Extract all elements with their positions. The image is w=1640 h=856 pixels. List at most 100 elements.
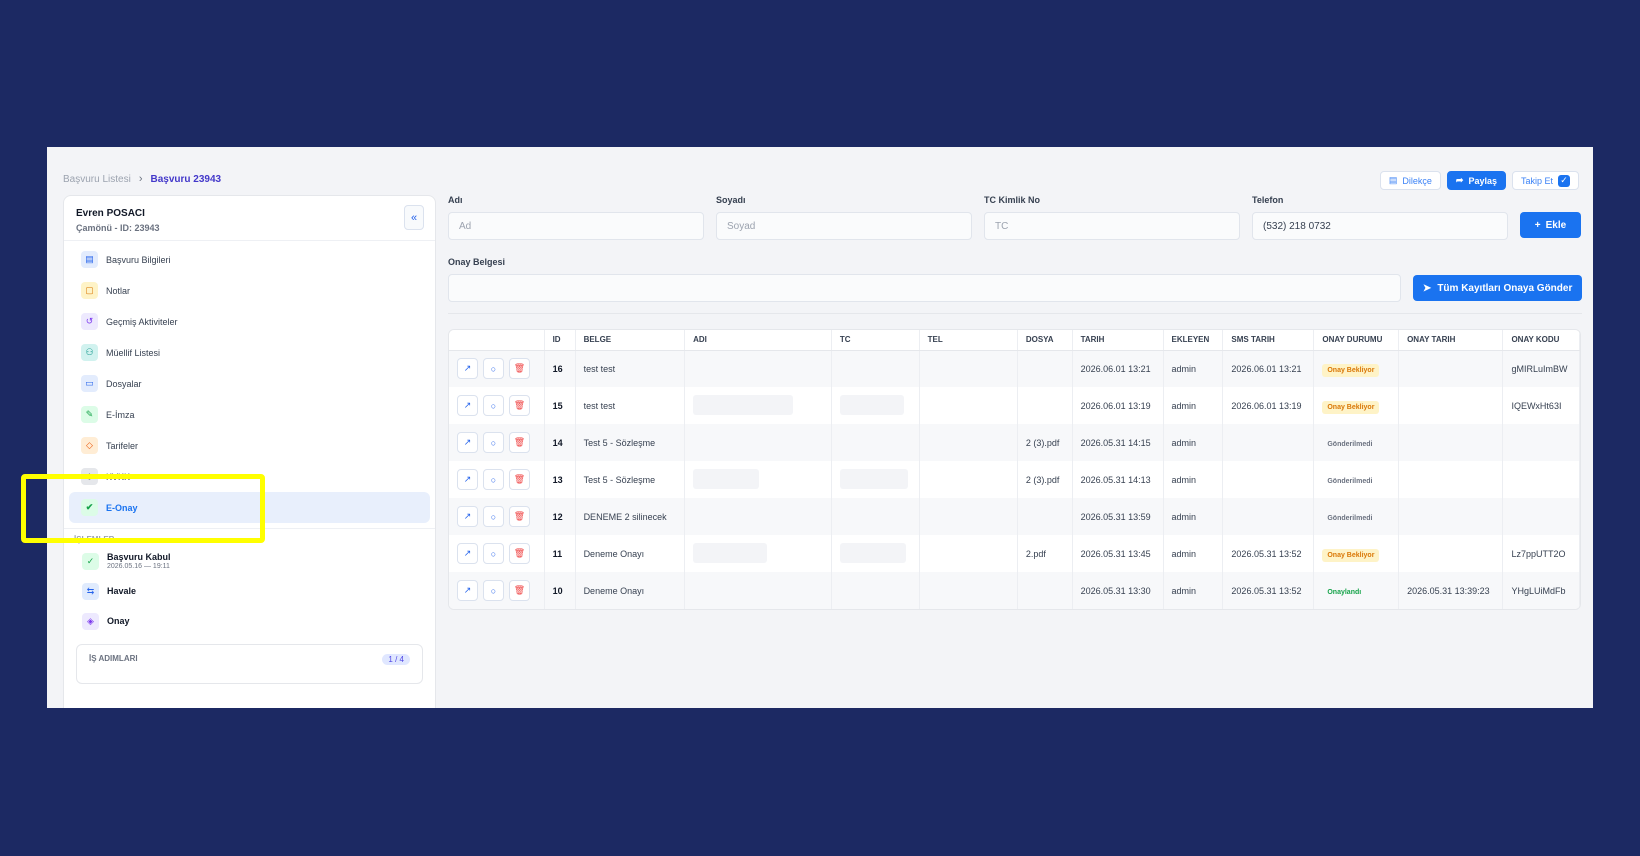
cell-tc bbox=[831, 424, 920, 461]
work-steps-panel[interactable]: İŞ ADIMLARI 1 / 4 bbox=[76, 644, 423, 684]
add-button[interactable]: + Ekle bbox=[1520, 212, 1581, 238]
cell-sms: 2026.06.01 13:19 bbox=[1222, 387, 1315, 424]
external-link-icon[interactable]: ↗ bbox=[457, 580, 478, 601]
cell-kod bbox=[1502, 424, 1580, 461]
column-header: ADI bbox=[684, 330, 832, 351]
redacted-placeholder bbox=[693, 394, 794, 415]
trash-icon[interactable]: 🗑 bbox=[509, 395, 530, 416]
status-badge: Onay Bekliyor bbox=[1322, 400, 1380, 414]
first-name-input[interactable]: Ad bbox=[448, 212, 704, 240]
e-approval-form: Adı Ad Soyadı Soyad TC Kimlik No TC Tele… bbox=[448, 195, 1582, 314]
message-icon[interactable]: ○ bbox=[483, 432, 504, 453]
external-link-icon[interactable]: ↗ bbox=[457, 469, 478, 490]
cell-tel bbox=[919, 535, 1018, 572]
message-icon[interactable]: ○ bbox=[483, 580, 504, 601]
last-name-input[interactable]: Soyad bbox=[716, 212, 972, 240]
cell-belge: Deneme Onayı bbox=[575, 572, 686, 609]
approval-document-input[interactable] bbox=[448, 274, 1402, 302]
column-header: TEL bbox=[919, 330, 1018, 351]
external-link-icon[interactable]: ↗ bbox=[457, 506, 478, 527]
table-row[interactable]: ↗ ○ 🗑 16 test test 2026.06.01 13:21 admin 2026.… bbox=[449, 350, 1580, 387]
cell-tc bbox=[831, 535, 920, 572]
cell-tel bbox=[919, 350, 1018, 387]
cell-id: 11 bbox=[544, 535, 576, 572]
operation-item[interactable]: ◈ Onay bbox=[64, 606, 435, 636]
message-icon[interactable]: ○ bbox=[483, 506, 504, 527]
cell-ekleyen: admin bbox=[1163, 461, 1224, 498]
trash-icon[interactable]: 🗑 bbox=[509, 358, 530, 380]
status-cell: Onay Bekliyor bbox=[1313, 350, 1400, 387]
phone-input[interactable]: (532) 218 0732 bbox=[1252, 212, 1508, 240]
share-button[interactable]: ➦ Paylaş bbox=[1446, 171, 1506, 190]
table-row[interactable]: ↗ ○ 🗑 12 DENEME 2 silinecek 2026.05.31 13:59 a… bbox=[449, 498, 1580, 535]
trash-icon[interactable]: 🗑 bbox=[509, 469, 530, 490]
table-row[interactable]: ↗ ○ 🗑 14 Test 5 - Sözleşme 2 (3).pdf 2026.05.3… bbox=[449, 424, 1580, 461]
operation-title: Onay bbox=[107, 616, 130, 626]
cell-sms: 2026.05.31 13:52 bbox=[1222, 572, 1315, 609]
column-header: TC bbox=[831, 330, 920, 351]
collapse-sidebar-button[interactable]: « bbox=[404, 205, 424, 230]
trash-icon[interactable]: 🗑 bbox=[509, 506, 530, 527]
sidebar-item-tarifeler[interactable]: ◇ Tarifeler bbox=[69, 430, 430, 461]
petition-button[interactable]: ▤ Dilekçe bbox=[1379, 171, 1441, 190]
operation-item[interactable]: ⇆ Havale bbox=[64, 576, 435, 606]
sidebar-item-dosyalar[interactable]: ▭ Dosyalar bbox=[69, 368, 430, 399]
check-icon: ✓ bbox=[82, 552, 99, 570]
external-link-icon[interactable]: ↗ bbox=[457, 543, 478, 564]
column-header: ONAY TARIH bbox=[1398, 330, 1504, 351]
sidebar-item-label: Geçmiş Aktiviteler bbox=[106, 316, 178, 327]
share-arrow-icon: ➦ bbox=[1455, 175, 1464, 185]
cell-dosya bbox=[1017, 350, 1073, 387]
trash-icon[interactable]: 🗑 bbox=[509, 432, 530, 453]
sidebar-item-başvuru-bilgileri[interactable]: ▤ Başvuru Bilgileri bbox=[69, 244, 430, 275]
status-cell: Onaylandı bbox=[1313, 572, 1400, 609]
status-badge: Gönderilmedi bbox=[1327, 477, 1373, 485]
sidebar-item-geçmiş-aktiviteler[interactable]: ↺ Geçmiş Aktiviteler bbox=[69, 306, 430, 337]
trash-icon[interactable]: 🗑 bbox=[509, 580, 530, 601]
external-link-icon[interactable]: ↗ bbox=[457, 432, 478, 453]
status-badge: Onay Bekliyor bbox=[1322, 363, 1380, 377]
send-all-for-approval-button[interactable]: ➤ Tüm Kayıtları Onaya Gönder bbox=[1413, 275, 1582, 301]
cell-sms bbox=[1222, 461, 1315, 498]
pen-icon: ✎ bbox=[81, 406, 98, 423]
cell-tel bbox=[919, 461, 1018, 498]
sidebar-item-e-i-mza[interactable]: ✎ E-İmza bbox=[69, 399, 430, 430]
message-icon[interactable]: ○ bbox=[483, 469, 504, 490]
cell-id: 12 bbox=[544, 498, 576, 535]
tc-input[interactable]: TC bbox=[984, 212, 1240, 240]
breadcrumb-parent[interactable]: Başvuru Listesi bbox=[63, 174, 131, 185]
cell-belge: Deneme Onayı bbox=[575, 535, 686, 572]
trash-icon[interactable]: 🗑 bbox=[509, 543, 530, 564]
message-icon[interactable]: ○ bbox=[483, 395, 504, 416]
tc-label: TC Kimlik No bbox=[984, 195, 1041, 205]
row-actions: ↗ ○ 🗑 bbox=[449, 461, 545, 498]
column-header: ID bbox=[544, 330, 576, 351]
external-link-icon[interactable]: ↗ bbox=[457, 395, 478, 416]
table-row[interactable]: ↗ ○ 🗑 11 Deneme Onayı 2.pdf 2026.05.31 13:45 ad… bbox=[449, 535, 1580, 572]
table-row[interactable]: ↗ ○ 🗑 10 Deneme Onayı 2026.05.31 13:30 admin 20… bbox=[449, 572, 1580, 609]
breadcrumb-current: Başvuru 23943 bbox=[150, 173, 222, 185]
cell-adi bbox=[684, 387, 832, 424]
cell-tel bbox=[919, 387, 1018, 424]
external-link-icon[interactable]: ↗ bbox=[457, 358, 478, 380]
sidebar-item-label: Dosyalar bbox=[106, 378, 142, 389]
sidebar-item-notlar[interactable]: ▢ Notlar bbox=[69, 275, 430, 306]
cell-onay_tarih: 2026.05.31 13:39:23 bbox=[1398, 572, 1504, 609]
table-row[interactable]: ↗ ○ 🗑 13 Test 5 - Sözleşme 2 (3).pdf 2026.05.3… bbox=[449, 461, 1580, 498]
checkbox-checked-icon[interactable]: ✓ bbox=[1558, 174, 1570, 187]
sidebar-item-müellif-listesi[interactable]: ⚇ Müellif Listesi bbox=[69, 337, 430, 368]
cell-adi bbox=[684, 424, 832, 461]
cell-ekleyen: admin bbox=[1163, 572, 1224, 609]
message-icon[interactable]: ○ bbox=[483, 543, 504, 564]
cell-dosya bbox=[1017, 498, 1073, 535]
message-icon[interactable]: ○ bbox=[483, 358, 504, 380]
cell-onay_tarih bbox=[1398, 387, 1504, 424]
table-row[interactable]: ↗ ○ 🗑 15 test test 2026.06.01 13:19 admin 2026.… bbox=[449, 387, 1580, 424]
operation-item[interactable]: ✓ Başvuru Kabul 2026.05.16 — 19:11 bbox=[64, 546, 435, 576]
follow-button[interactable]: Takip Et ✓ bbox=[1511, 171, 1579, 190]
cell-id: 10 bbox=[544, 572, 576, 609]
document-icon: ▤ bbox=[81, 251, 98, 268]
approvals-table: ID BELGE ADI TC TEL DOSYA TARIH EKLEYEN SMS TARI… bbox=[448, 329, 1581, 610]
profile-header: Evren POSACI Çamönü - ID: 23943 « bbox=[64, 196, 435, 241]
cell-tarih: 2026.05.31 13:45 bbox=[1072, 535, 1164, 572]
